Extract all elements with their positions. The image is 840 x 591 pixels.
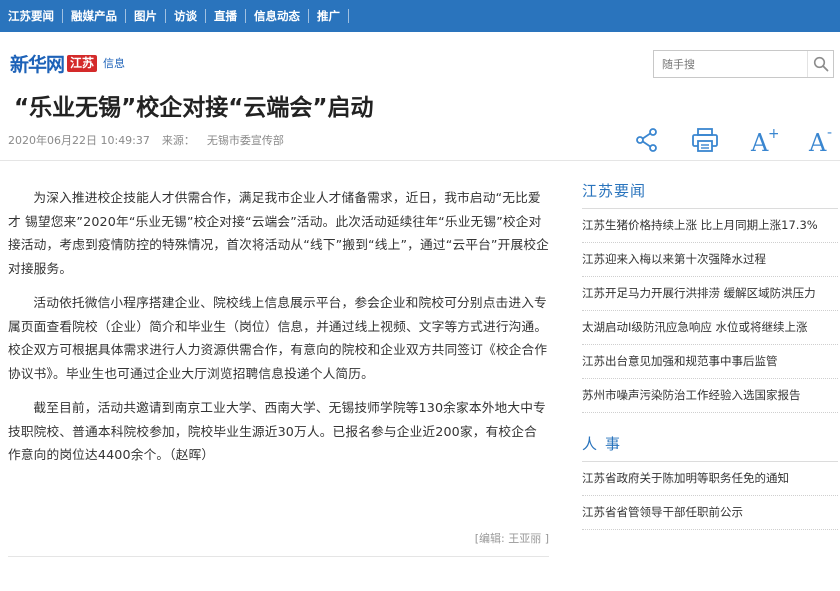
nav-item-media-products[interactable]: 融媒产品: [63, 0, 125, 32]
nav-item-interviews[interactable]: 访谈: [166, 0, 205, 32]
sidebar-personnel-list: 江苏省政府关于陈加明等职务任免的通知 江苏省省管领导干部任职前公示: [582, 462, 838, 530]
logo-channel-label: 信息: [103, 57, 126, 70]
nav-item-info-updates[interactable]: 信息动态: [246, 0, 308, 32]
logo-badge-jiangsu: 江苏: [67, 54, 98, 72]
font-decrease-button[interactable]: A -: [804, 122, 838, 158]
article-paragraph: 为深入推进校企技能人才供需合作，满足我市企业人才储备需求，近日，我市启动“无比爱…: [8, 190, 549, 276]
article-tools: A + A -: [628, 122, 838, 158]
article-datetime: 2020年06月22日 10:49:37: [8, 134, 150, 147]
sidebar-section-title[interactable]: 人事: [582, 433, 838, 462]
sidebar-personnel-item[interactable]: 江苏省政府关于陈加明等职务任免的通知: [582, 462, 838, 496]
nav-item-pictures[interactable]: 图片: [126, 0, 165, 32]
search-icon: [813, 56, 828, 72]
nav-separator: [348, 9, 349, 23]
article-body: 为深入推进校企技能人才供需合作，满足我市企业人才储备需求，近日，我市启动“无比爱…: [8, 186, 549, 478]
sidebar: 江苏要闻 江苏生猪价格持续上涨 比上月同期上涨17.3% 江苏迎来入梅以来第十次…: [582, 180, 838, 530]
article-paragraph: 截至目前，活动共邀请到南京工业大学、西南大学、无锡技师学院等130余家本外地大中…: [8, 400, 546, 462]
top-nav: 江苏要闻 融媒产品 图片 访谈 直播 信息动态 推广: [0, 0, 349, 32]
search-button[interactable]: [807, 51, 833, 77]
share-button[interactable]: [630, 122, 664, 158]
nav-item-promotion[interactable]: 推广: [309, 0, 348, 32]
sidebar-news-item[interactable]: 江苏生猪价格持续上涨 比上月同期上涨17.3%: [582, 209, 838, 243]
sidebar-news-list: 江苏生猪价格持续上涨 比上月同期上涨17.3% 江苏迎来入梅以来第十次强降水过程…: [582, 209, 838, 413]
svg-text:A: A: [808, 129, 827, 155]
search-box: [653, 50, 834, 78]
article-paragraph: 活动依托微信小程序搭建企业、院校线上信息展示平台，参会企业和院校可分别点击进入专…: [8, 295, 548, 381]
svg-text:A: A: [750, 129, 769, 155]
sidebar-news-item[interactable]: 苏州市噪声污染防治工作经验入选国家报告: [582, 379, 838, 413]
article-divider: [8, 556, 549, 557]
nav-item-jiangsu-news[interactable]: 江苏要闻: [0, 0, 62, 32]
sidebar-news-item[interactable]: 江苏出台意见加强和规范事中事后监管: [582, 345, 838, 379]
sidebar-personnel-item[interactable]: 江苏省省管领导干部任职前公示: [582, 496, 838, 530]
site-logo[interactable]: 新华网 江苏 信息: [10, 50, 125, 76]
sidebar-news-item[interactable]: 江苏迎来入梅以来第十次强降水过程: [582, 243, 838, 277]
logo-xinhuanet: 新华网: [10, 53, 65, 76]
sidebar-news-item[interactable]: 江苏开足马力开展行洪排涝 缓解区域防洪压力: [582, 277, 838, 311]
font-decrease-icon: A -: [808, 125, 832, 155]
sidebar-news-item[interactable]: 太湖启动Ⅰ级防汛应急响应 水位或将继续上涨: [582, 311, 838, 345]
article-meta: 2020年06月22日 10:49:37 来源： 无锡市委宣传部: [8, 132, 284, 148]
article-editor: [编辑: 王亚丽 ]: [474, 532, 549, 545]
nav-item-live[interactable]: 直播: [206, 0, 245, 32]
font-increase-icon: A +: [750, 126, 778, 155]
svg-text:-: -: [827, 125, 832, 141]
font-increase-button[interactable]: A +: [746, 122, 780, 158]
article-source: 无锡市委宣传部: [206, 134, 284, 147]
search-input[interactable]: [654, 51, 806, 77]
sidebar-section-title[interactable]: 江苏要闻: [582, 180, 838, 209]
svg-text:+: +: [768, 126, 778, 142]
print-button[interactable]: [688, 122, 722, 158]
top-nav-bar: 江苏要闻 融媒产品 图片 访谈 直播 信息动态 推广: [0, 0, 840, 32]
article-title: “乐业无锡”校企对接“云端会”启动: [14, 95, 374, 121]
share-icon: [636, 128, 657, 152]
print-icon: [692, 128, 718, 152]
source-label: 来源：: [161, 134, 195, 147]
header-divider: [0, 160, 840, 161]
